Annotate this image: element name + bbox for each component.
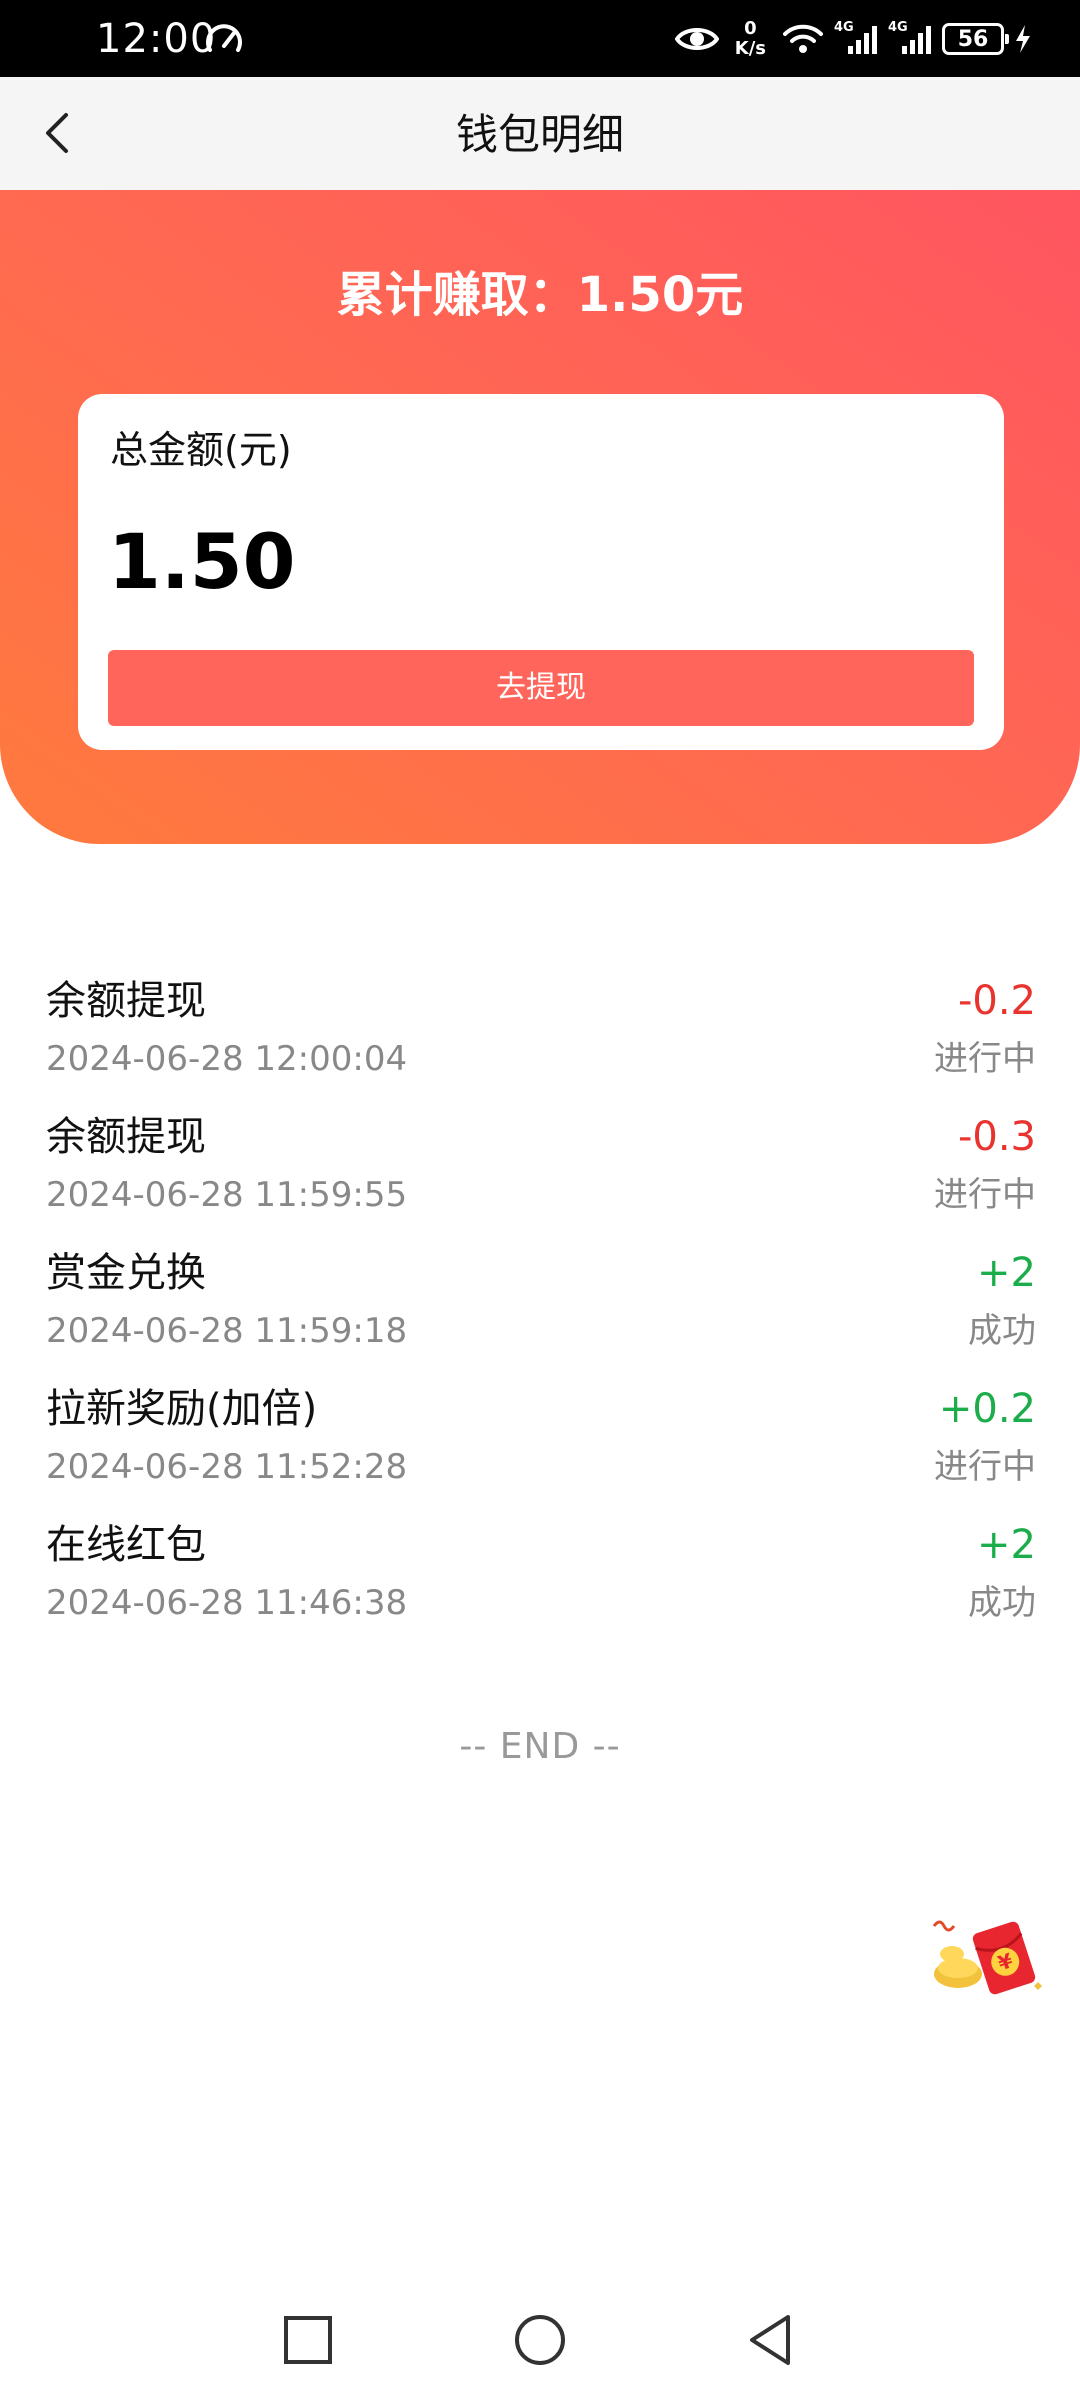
- transaction-row[interactable]: 余额提现 2024-06-28 12:00:04 -0.2 进行中: [0, 966, 1080, 1102]
- transaction-title: 赏金兑换: [46, 1250, 206, 1296]
- speedometer-icon: [206, 24, 242, 52]
- transaction-time: 2024-06-28 11:59:18: [46, 1311, 408, 1351]
- battery-icon: 56: [942, 23, 1009, 55]
- status-time: 12:00: [96, 16, 217, 62]
- transaction-row[interactable]: 在线红包 2024-06-28 11:46:38 +2 成功: [0, 1510, 1080, 1646]
- transaction-amount: -0.2: [957, 978, 1036, 1024]
- transaction-row[interactable]: 余额提现 2024-06-28 11:59:55 -0.3 进行中: [0, 1102, 1080, 1238]
- transaction-title: 余额提现: [46, 1114, 206, 1160]
- balance-label: 总金额(元): [110, 428, 292, 472]
- transaction-status: 进行中: [934, 1175, 1036, 1215]
- transaction-title: 在线红包: [46, 1522, 206, 1568]
- red-packet-icon[interactable]: ¥: [930, 1912, 1050, 2002]
- system-nav-bar: [0, 2280, 1080, 2400]
- balance-amount: 1.50: [108, 517, 296, 606]
- circle-icon[interactable]: [508, 2308, 572, 2372]
- app-header: 钱包明细: [0, 77, 1080, 190]
- transaction-row[interactable]: 拉新奖励(加倍) 2024-06-28 11:52:28 +0.2 进行中: [0, 1374, 1080, 1510]
- withdraw-button[interactable]: 去提现: [108, 650, 974, 726]
- transaction-title: 拉新奖励(加倍): [46, 1386, 318, 1432]
- signal-2: 4G: [888, 20, 932, 56]
- signal-1: 4G: [834, 20, 878, 56]
- transaction-status: 进行中: [934, 1447, 1036, 1487]
- wifi-icon: [783, 24, 823, 53]
- transaction-amount: +0.2: [938, 1386, 1036, 1432]
- transaction-title: 余额提现: [46, 978, 206, 1024]
- transaction-amount: +2: [977, 1522, 1036, 1568]
- transaction-amount: -0.3: [957, 1114, 1036, 1160]
- battery-level: 56: [957, 26, 989, 52]
- page-title: 钱包明细: [455, 110, 624, 159]
- triangle-back-icon[interactable]: [740, 2308, 804, 2372]
- status-icons: 0 K/s 4G 4G 56: [674, 14, 1032, 64]
- transaction-row[interactable]: 赏金兑换 2024-06-28 11:59:18 +2 成功: [0, 1238, 1080, 1374]
- bolt-icon: [1016, 25, 1030, 53]
- transaction-status: 成功: [968, 1583, 1036, 1623]
- net-speed-value: 0: [744, 18, 757, 39]
- transaction-time: 2024-06-28 11:59:55: [46, 1175, 408, 1215]
- square-icon[interactable]: [276, 2308, 340, 2372]
- eye-icon: [674, 28, 719, 50]
- status-bar: 12:00 0 K/s 4G 4G 56: [0, 0, 1080, 77]
- total-earned-text: 累计赚取：1.50元: [336, 267, 744, 323]
- net-speed: 0 K/s: [735, 19, 766, 59]
- balance-card: 总金额(元) 1.50 去提现: [78, 394, 1004, 750]
- list-end-marker: -- END --: [459, 1726, 621, 1767]
- signal-1-type: 4G: [834, 20, 854, 35]
- transaction-time: 2024-06-28 12:00:04: [46, 1039, 408, 1079]
- net-speed-unit: K/s: [734, 38, 766, 59]
- transaction-list: 余额提现 2024-06-28 12:00:04 -0.2 进行中 余额提现 2…: [0, 966, 1080, 1646]
- earnings-hero: 累计赚取：1.50元 总金额(元) 1.50 去提现: [0, 190, 1080, 844]
- transaction-status: 进行中: [934, 1039, 1036, 1079]
- transaction-time: 2024-06-28 11:52:28: [46, 1447, 408, 1487]
- transaction-amount: +2: [977, 1250, 1036, 1296]
- signal-2-type: 4G: [888, 20, 908, 35]
- transaction-status: 成功: [968, 1311, 1036, 1351]
- transaction-time: 2024-06-28 11:46:38: [46, 1583, 408, 1623]
